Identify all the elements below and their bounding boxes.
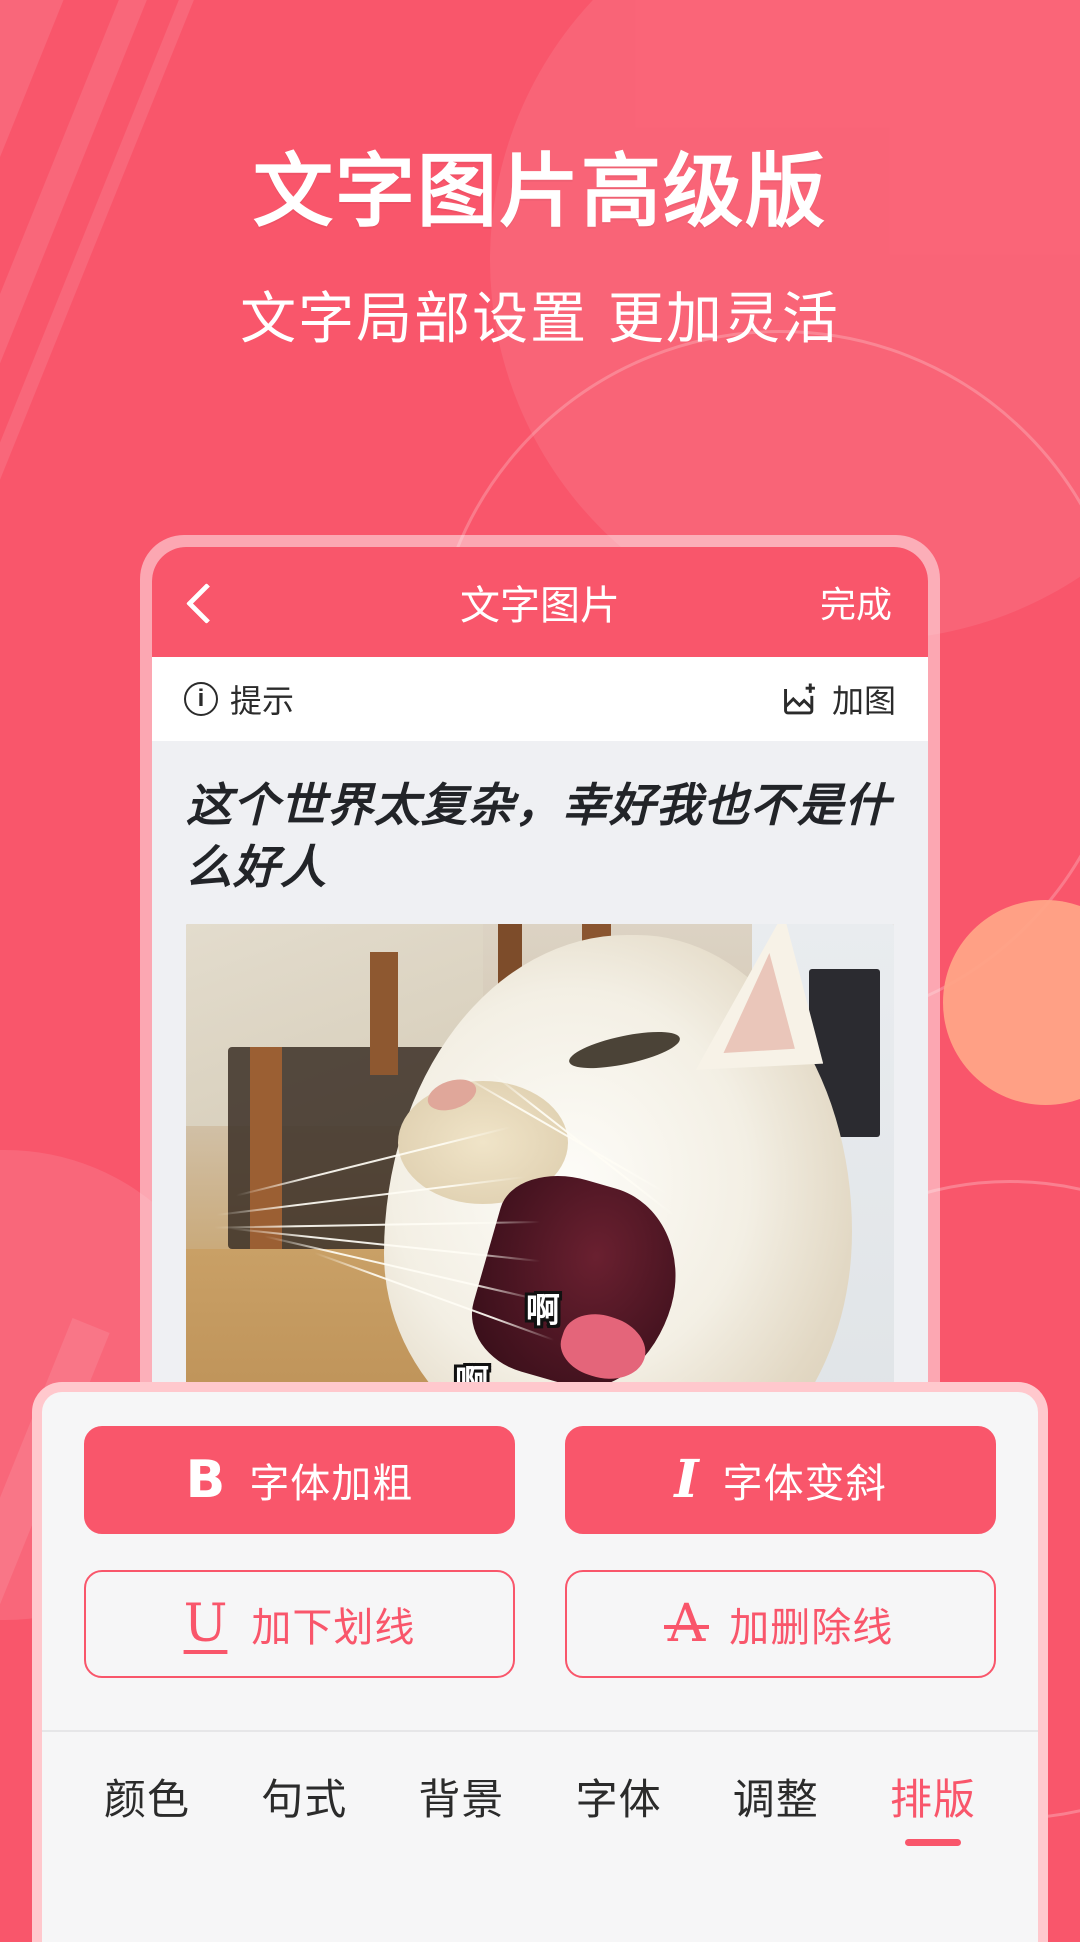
italic-icon: I — [674, 1449, 699, 1510]
tab-underline — [276, 1839, 332, 1846]
tab-background[interactable]: 背景 — [418, 1766, 504, 1846]
tab-color[interactable]: 颜色 — [104, 1766, 190, 1846]
italic-button[interactable]: I 字体变斜 — [565, 1426, 996, 1534]
photo-chair-leg — [370, 952, 399, 1076]
format-button-row: B 字体加粗 I 字体变斜 — [84, 1426, 996, 1534]
tab-underline — [433, 1839, 489, 1846]
format-tab-bar: 颜色 句式 背景 字体 调整 排版 — [42, 1732, 1038, 1846]
page-subtitle: 文字局部设置 更加灵活 — [240, 287, 840, 352]
tips-hint-button[interactable]: i 提示 — [184, 676, 294, 722]
italic-button-label: 字体变斜 — [722, 1462, 887, 1506]
tab-layout-label: 排版 — [889, 1776, 976, 1823]
tips-bar: i 提示 加图 — [152, 657, 928, 741]
strikethrough-button[interactable]: A 加删除线 — [565, 1570, 996, 1678]
tab-font-label: 字体 — [575, 1776, 662, 1823]
strikethrough-icon: A — [663, 1594, 709, 1654]
promo-headline: 文字图片高级版 文字局部设置 更加灵活 — [0, 150, 1080, 355]
tab-adjust-label: 调整 — [732, 1776, 819, 1823]
app-nav-bar: 文字图片 完成 — [152, 547, 928, 657]
tab-underline — [748, 1839, 804, 1846]
underline-button[interactable]: U 加下划线 — [84, 1570, 515, 1678]
tab-underline — [591, 1839, 647, 1846]
format-button-row: U 加下划线 A 加删除线 — [84, 1570, 996, 1678]
tab-underline-active — [904, 1839, 961, 1846]
chevron-left-icon[interactable] — [188, 583, 210, 621]
info-circle-icon: i — [184, 682, 218, 716]
tab-sentence-style-label: 句式 — [261, 1776, 348, 1823]
photo-overlay-text: 啊 — [525, 1290, 561, 1331]
editor-text-content[interactable]: 这个世界太复杂，幸好我也不是什么好人 — [186, 775, 894, 898]
tab-color-label: 颜色 — [104, 1776, 191, 1823]
strikethrough-button-label: 加删除线 — [729, 1606, 894, 1650]
bold-button[interactable]: B 字体加粗 — [84, 1426, 515, 1534]
tab-sentence-style[interactable]: 句式 — [261, 1766, 347, 1846]
add-image-button[interactable]: 加图 — [782, 676, 896, 722]
underline-icon: U — [183, 1594, 228, 1654]
bold-button-label: 字体加粗 — [249, 1462, 414, 1506]
tab-font[interactable]: 字体 — [576, 1766, 662, 1846]
format-tool-panel: B 字体加粗 I 字体变斜 U 加下划线 A 加删除线 颜色 句式 背景 字体 … — [32, 1382, 1048, 1942]
done-button[interactable]: 完成 — [820, 576, 892, 628]
format-button-grid: B 字体加粗 I 字体变斜 U 加下划线 A 加删除线 — [42, 1392, 1038, 1724]
add-image-label: 加图 — [831, 683, 896, 719]
tips-label: 提示 — [230, 683, 295, 719]
bold-icon: B — [185, 1450, 226, 1510]
page-title: 文字图片高级版 — [253, 145, 827, 238]
tab-adjust[interactable]: 调整 — [733, 1766, 819, 1846]
add-image-icon — [782, 682, 820, 716]
tab-layout[interactable]: 排版 — [890, 1766, 976, 1846]
tab-underline — [119, 1839, 175, 1846]
underline-button-label: 加下划线 — [251, 1606, 416, 1650]
tab-background-label: 背景 — [418, 1776, 505, 1823]
nav-title: 文字图片 — [460, 584, 620, 628]
